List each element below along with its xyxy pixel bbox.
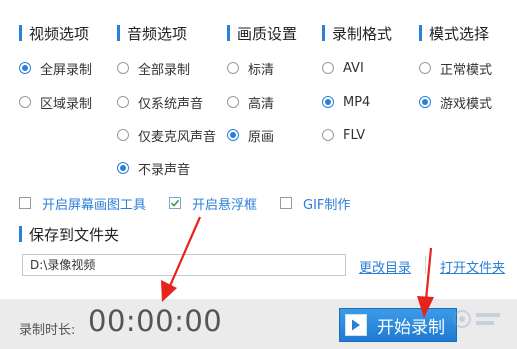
video-options-header: 视频选项	[19, 23, 89, 43]
radio-system-audio-only[interactable]: 仅系统声音	[117, 93, 203, 112]
section-marker	[227, 25, 230, 41]
radio-no-audio[interactable]: 不录声音	[117, 159, 190, 178]
watermark-logo	[453, 310, 500, 328]
quality-settings-header: 画质设置	[227, 23, 297, 43]
checkbox-floating-window[interactable]: 开启悬浮框	[169, 194, 257, 213]
radio-game-mode[interactable]: 游戏模式	[419, 93, 492, 112]
radio-indicator[interactable]	[322, 129, 334, 141]
start-record-button[interactable]: 开始录制	[339, 308, 457, 342]
record-duration-label: 录制时长:	[19, 323, 76, 338]
radio-indicator[interactable]	[227, 129, 239, 141]
video-options-title: 视频选项	[29, 24, 90, 43]
radio-indicator[interactable]	[19, 96, 31, 108]
link-divider	[425, 256, 426, 274]
radio-indicator[interactable]	[19, 62, 31, 74]
radio-region-record[interactable]: 区域录制	[19, 93, 92, 112]
radio-mic-audio-only[interactable]: 仅麦克风声音	[117, 126, 216, 145]
audio-options-header: 音频选项	[117, 23, 187, 43]
radio-normal-mode[interactable]: 正常模式	[419, 59, 492, 78]
annotation-arrows	[161, 216, 434, 318]
checkbox-screen-draw-tool[interactable]: 开启屏幕画图工具	[19, 194, 146, 213]
radio-indicator[interactable]	[117, 62, 129, 74]
record-duration-value: 00:00:00	[88, 304, 223, 338]
radio-quality-sd[interactable]: 标清	[227, 59, 274, 78]
radio-indicator[interactable]	[419, 96, 431, 108]
radio-indicator[interactable]	[227, 96, 239, 108]
radio-format-flv[interactable]: FLV	[322, 126, 365, 144]
checkbox-box[interactable]	[19, 197, 31, 209]
audio-options-title: 音频选项	[127, 24, 188, 43]
quality-settings-title: 画质设置	[237, 24, 298, 43]
mode-select-title: 模式选择	[429, 24, 490, 43]
radio-fullscreen-record[interactable]: 全屏录制	[19, 59, 92, 78]
record-format-header: 录制格式	[322, 23, 392, 43]
save-path-field[interactable]: D:\录像视频	[22, 254, 346, 276]
checkbox-box[interactable]	[169, 197, 181, 209]
record-format-title: 录制格式	[332, 24, 393, 43]
section-marker	[419, 25, 422, 41]
radio-quality-original[interactable]: 原画	[227, 126, 274, 145]
checkbox-box[interactable]	[280, 197, 292, 209]
checkbox-gif-maker[interactable]: GIF制作	[280, 194, 350, 213]
play-icon	[345, 314, 367, 336]
check-icon	[170, 199, 180, 207]
radio-indicator[interactable]	[227, 62, 239, 74]
radio-indicator[interactable]	[322, 96, 334, 108]
section-marker	[19, 25, 22, 41]
radio-indicator[interactable]	[117, 129, 129, 141]
section-marker	[322, 25, 325, 41]
save-folder-header: 保存到文件夹	[19, 224, 119, 244]
mode-select-header: 模式选择	[419, 23, 489, 43]
radio-quality-hd[interactable]: 高清	[227, 93, 274, 112]
radio-indicator[interactable]	[117, 96, 129, 108]
change-directory-link[interactable]: 更改目录	[359, 257, 411, 276]
radio-indicator[interactable]	[322, 62, 334, 74]
open-folder-link[interactable]: 打开文件夹	[440, 257, 505, 276]
radio-indicator[interactable]	[117, 162, 129, 174]
section-marker	[117, 25, 120, 41]
radio-format-mp4[interactable]: MP4	[322, 93, 370, 111]
section-marker	[19, 226, 22, 242]
save-folder-title: 保存到文件夹	[29, 225, 120, 244]
radio-indicator[interactable]	[419, 62, 431, 74]
radio-record-all-audio[interactable]: 全部录制	[117, 59, 190, 78]
radio-format-avi[interactable]: AVI	[322, 59, 364, 77]
